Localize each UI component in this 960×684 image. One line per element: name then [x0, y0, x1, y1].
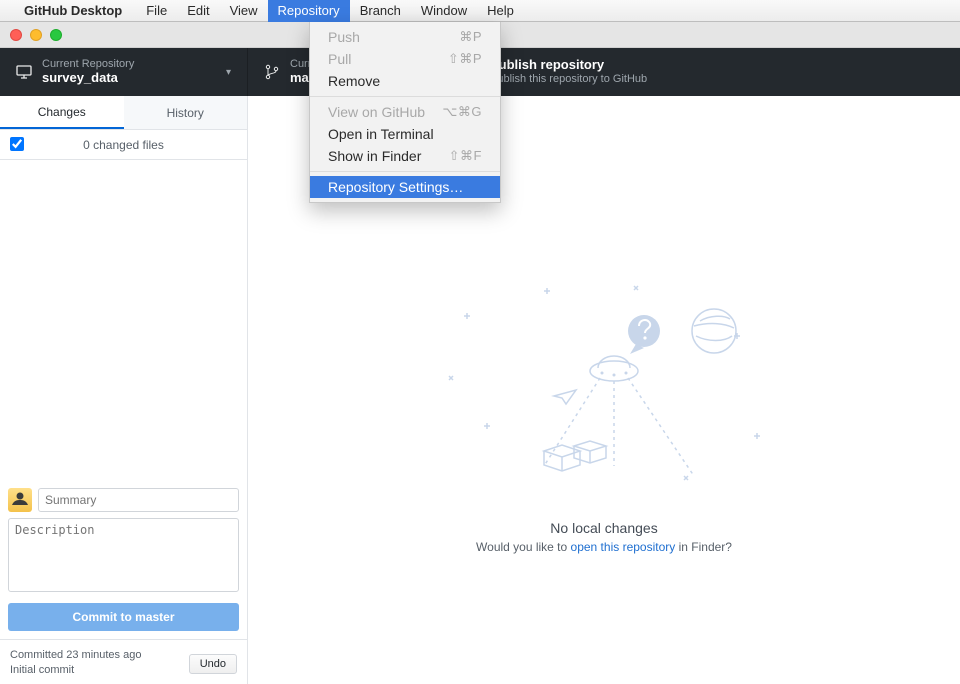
changed-files-count: 0 changed files: [83, 138, 164, 152]
changes-list-empty: [0, 160, 247, 480]
commit-button-branch: master: [135, 610, 174, 624]
menu-open-in-terminal[interactable]: Open in Terminal: [310, 123, 500, 145]
empty-sub-prefix: Would you like to: [476, 540, 571, 554]
tab-history[interactable]: History: [124, 96, 248, 129]
menu-repository[interactable]: Repository: [268, 0, 350, 22]
menu-repository-settings[interactable]: Repository Settings…: [310, 176, 500, 198]
menu-pull[interactable]: Pull ⇧⌘P: [310, 48, 500, 70]
empty-illustration: [434, 276, 774, 496]
menu-view-on-github[interactable]: View on GitHub ⌥⌘G: [310, 101, 500, 123]
open-repository-link[interactable]: open this repository: [571, 540, 676, 554]
last-commit-panel: Committed 23 minutes ago Initial commit …: [0, 639, 247, 684]
menubar-app-name[interactable]: GitHub Desktop: [24, 3, 122, 18]
last-commit-time: Committed 23 minutes ago: [10, 648, 141, 663]
toolbar-repo-texts: Current Repository survey_data: [42, 58, 134, 86]
sidebar-tabs: Changes History: [0, 96, 247, 130]
summary-input[interactable]: [38, 488, 239, 512]
menu-separator: [310, 96, 500, 97]
traffic-zoom-icon[interactable]: [50, 29, 62, 41]
menu-push-shortcut: ⌘P: [459, 29, 482, 45]
commit-panel: Commit to master: [0, 480, 247, 639]
avatar: [8, 488, 32, 512]
commit-button[interactable]: Commit to master: [8, 603, 239, 631]
select-all-checkbox[interactable]: [10, 137, 24, 151]
menu-remove[interactable]: Remove: [310, 70, 500, 92]
menu-edit[interactable]: Edit: [177, 0, 219, 22]
menu-show-in-finder-label: Show in Finder: [328, 148, 421, 164]
menu-view-on-github-shortcut: ⌥⌘G: [442, 104, 482, 120]
repository-menu-dropdown: Push ⌘P Pull ⇧⌘P Remove View on GitHub ⌥…: [309, 22, 501, 203]
commit-button-prefix: Commit to: [72, 610, 135, 624]
menu-push[interactable]: Push ⌘P: [310, 26, 500, 48]
menu-open-in-terminal-label: Open in Terminal: [328, 126, 434, 142]
traffic-minimize-icon[interactable]: [30, 29, 42, 41]
last-commit-message: Initial commit: [10, 663, 141, 678]
menu-file[interactable]: File: [136, 0, 177, 22]
menu-remove-label: Remove: [328, 73, 380, 89]
menu-separator: [310, 171, 500, 172]
toolbar-repo-selector[interactable]: Current Repository survey_data ▾: [0, 48, 248, 96]
menu-branch[interactable]: Branch: [350, 0, 411, 22]
toolbar-publish-main: Publish repository: [490, 58, 647, 73]
sidebar: Changes History 0 changed files Commit t…: [0, 96, 248, 684]
menu-push-label: Push: [328, 29, 360, 45]
git-branch-icon: [264, 64, 280, 80]
menu-view[interactable]: View: [220, 0, 268, 22]
undo-button[interactable]: Undo: [189, 654, 237, 674]
traffic-close-icon[interactable]: [10, 29, 22, 41]
menu-view-on-github-label: View on GitHub: [328, 104, 425, 120]
macos-menubar: GitHub Desktop File Edit View Repository…: [0, 0, 960, 22]
changes-header: 0 changed files: [0, 130, 247, 160]
menu-window[interactable]: Window: [411, 0, 477, 22]
toolbar-publish-texts: Publish repository Publish this reposito…: [490, 58, 647, 86]
menu-show-in-finder-shortcut: ⇧⌘F: [449, 148, 482, 164]
toolbar-publish-sub: Publish this repository to GitHub: [490, 73, 647, 86]
menu-show-in-finder[interactable]: Show in Finder ⇧⌘F: [310, 145, 500, 167]
toolbar-repo-sub: Current Repository: [42, 58, 134, 71]
toolbar-repo-main: survey_data: [42, 71, 134, 86]
menu-pull-shortcut: ⇧⌘P: [448, 51, 482, 67]
chevron-down-icon: ▾: [226, 67, 231, 78]
description-input[interactable]: [8, 518, 239, 592]
tab-changes[interactable]: Changes: [0, 96, 124, 129]
empty-subtitle: Would you like to open this repository i…: [476, 540, 732, 554]
menu-pull-label: Pull: [328, 51, 351, 67]
empty-title: No local changes: [550, 520, 657, 536]
monitor-icon: [16, 64, 32, 80]
empty-sub-suffix: in Finder?: [675, 540, 732, 554]
menu-repository-settings-label: Repository Settings…: [328, 179, 463, 195]
menu-help[interactable]: Help: [477, 0, 524, 22]
